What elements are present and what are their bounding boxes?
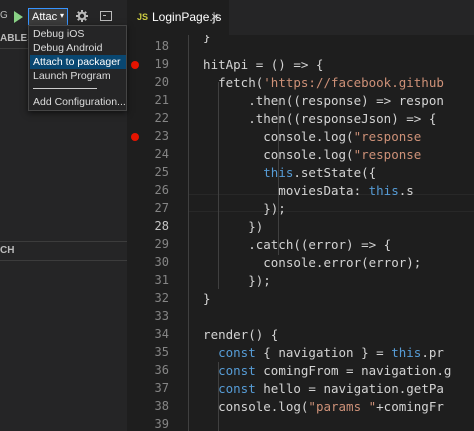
code-line: fetch('https://facebook.github [188,75,444,90]
line-number: 19 [154,57,169,71]
code-line: .catch((error) => { [188,237,392,252]
js-file-icon: JS [137,12,149,22]
line-number: 31 [154,273,169,287]
code-editor[interactable]: } 18 19 hitApi = () => { 20 fetch('https… [127,35,474,431]
code-line: const hello = navigation.getPa [218,381,444,396]
code-line: moviesData: this.s [188,183,414,198]
line-number: 25 [154,165,169,179]
line-number: 29 [154,237,169,251]
debug-config-select[interactable]: Attac ▾ [28,8,68,26]
line-number: 34 [154,327,169,341]
line-number: 39 [154,417,169,431]
line-number: 20 [154,75,169,89]
option-debug-android[interactable]: Debug Android [30,41,126,55]
code-line: .then((response) => respon [188,93,444,108]
code-line: this.setState({ [263,165,377,180]
line-number: 37 [154,381,169,395]
line-number: 21 [154,93,169,107]
breakpoint-line-19[interactable] [131,61,139,69]
line-number-current: 28 [154,219,169,233]
code-line: console.error(error); [188,255,422,270]
code-line: console.log("response [188,147,422,162]
code-line: console.log("params "+comingFr [188,399,444,414]
code-line: } [188,291,211,306]
line-number: 24 [154,147,169,161]
code-line: const { navigation } = this.pr [218,345,444,360]
debug-config-dropdown: Debug iOS Debug Android Attach to packag… [28,25,127,111]
line-number: 18 [154,39,169,53]
gear-icon[interactable] [76,10,88,22]
line-number: 23 [154,129,169,143]
line-number: 35 [154,345,169,359]
code-line: } [188,35,211,44]
code-line: const comingFrom = navigation.g [218,363,452,378]
option-add-configuration[interactable]: Add Configuration... [30,95,126,109]
code-line: render() { [188,327,279,342]
line-number: 26 [154,183,169,197]
option-debug-ios[interactable]: Debug iOS [30,27,126,41]
code-line: console.log("response [188,129,422,144]
code-line: hitApi = () => { [188,57,324,72]
breakpoint-line-23[interactable] [131,133,139,141]
tab-loginpage-js[interactable]: JS LoginPage.js × [127,0,229,35]
code-line-current: }) [188,219,264,234]
chevron-down-icon: ▾ [59,11,64,20]
line-number: 30 [154,255,169,269]
line-number: 33 [154,309,169,323]
option-launch-program[interactable]: Launch Program [30,69,126,83]
editor-tab-bar: JS LoginPage.js × [127,0,474,35]
debug-title-cut: G [0,10,8,21]
start-debugging-play-icon[interactable] [14,11,23,23]
line-number: 38 [154,399,169,413]
code-line: }); [188,201,286,216]
debug-console-icon[interactable] [100,11,112,21]
option-attach-to-packager[interactable]: Attach to packager [30,55,126,69]
line-number: 27 [154,201,169,215]
line-number: 22 [154,111,169,125]
code-line: }); [188,273,271,288]
dropdown-separator [33,88,97,89]
watch-header-label: CH [0,245,15,256]
code-line: .then((responseJson) => { [188,111,437,126]
line-number: 36 [154,363,169,377]
close-icon[interactable]: × [211,9,219,24]
debug-config-value: Attac [32,11,58,23]
line-number: 32 [154,291,169,305]
watch-section-header[interactable]: CH [0,241,127,261]
